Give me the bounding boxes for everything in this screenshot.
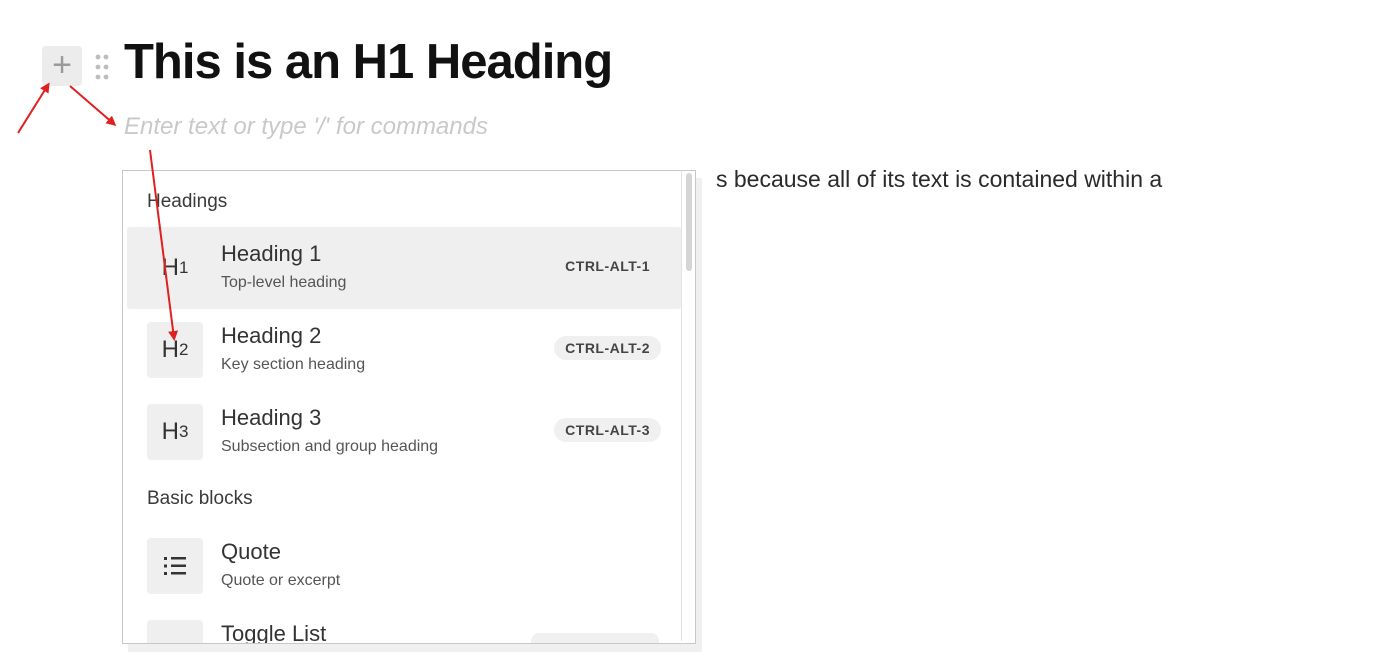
menu-item-heading-3[interactable]: H3 Heading 3 Subsection and group headin… — [127, 391, 681, 473]
slash-command-menu: Headings H1 Heading 1 Top-level heading … — [122, 170, 696, 644]
quote-icon — [147, 538, 203, 594]
page-heading[interactable]: This is an H1 Heading — [124, 34, 613, 90]
heading-1-icon: H1 — [161, 254, 189, 281]
menu-item-title: Heading 2 — [221, 323, 322, 348]
heading-3-icon: H3 — [147, 404, 203, 460]
menu-item-subtitle: Key section heading — [221, 356, 366, 373]
shortcut-badge-partial — [531, 633, 659, 643]
toggle-list-icon — [147, 620, 203, 643]
menu-item-title: Heading 1 — [221, 241, 322, 266]
menu-item-heading-1[interactable]: H1 Heading 1 Top-level heading CTRL-ALT-… — [127, 227, 681, 309]
menu-item-title: Toggle List — [221, 621, 327, 644]
shortcut-badge: CTRL-ALT-3 — [554, 418, 661, 442]
drag-handle-icon[interactable] — [94, 53, 110, 81]
heading-2-icon: H2 — [147, 322, 203, 378]
block-placeholder[interactable]: Enter text or type '/' for commands — [124, 113, 488, 141]
shortcut-badge: CTRL-ALT-1 — [565, 258, 650, 274]
menu-item-heading-2[interactable]: H2 Heading 2 Key section heading CTRL-AL… — [127, 309, 681, 391]
scrollbar-thumb[interactable] — [686, 173, 692, 271]
annotation-arrow-to-plus — [17, 82, 50, 134]
menu-item-title: Heading 3 — [221, 405, 322, 430]
section-label-basic-blocks: Basic blocks — [147, 488, 253, 509]
plus-icon: + — [52, 45, 72, 84]
menu-item-quote[interactable]: Quote Quote or excerpt — [127, 525, 681, 607]
menu-item-subtitle: Top-level heading — [221, 274, 347, 291]
menu-item-subtitle: Subsection and group heading — [221, 438, 439, 455]
menu-item-title: Quote — [221, 539, 281, 564]
shortcut-badge: CTRL-ALT-2 — [554, 336, 661, 360]
add-block-button[interactable]: + — [42, 46, 82, 86]
paragraph-text: s because all of its text is contained w… — [716, 166, 1163, 192]
section-label-headings: Headings — [147, 191, 228, 212]
menu-item-subtitle: Quote or excerpt — [221, 572, 341, 589]
menu-scrollbar[interactable] — [681, 171, 695, 641]
annotation-arrow-to-placeholder — [69, 85, 117, 126]
